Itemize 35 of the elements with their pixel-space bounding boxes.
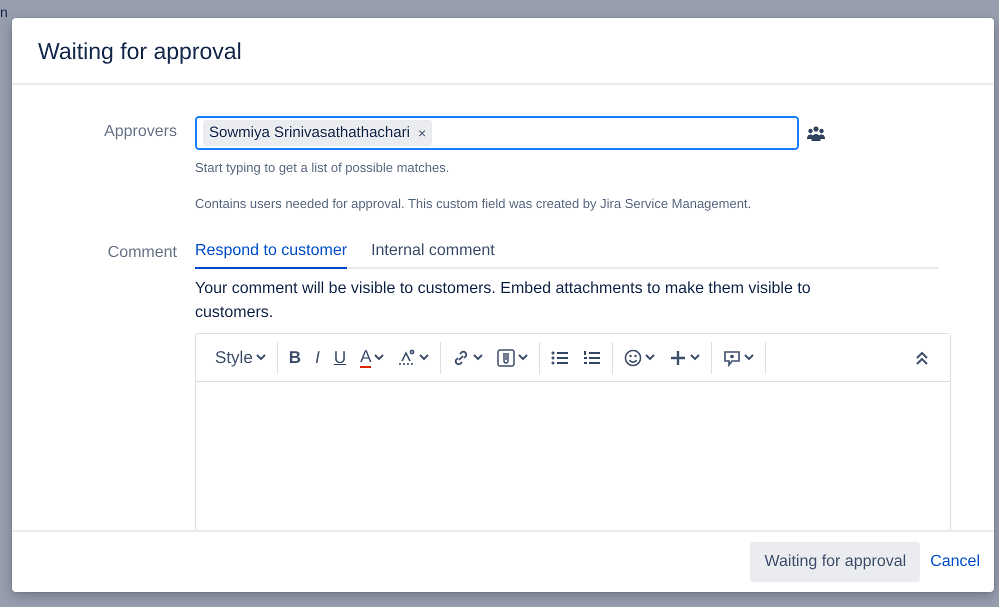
caret-icon xyxy=(518,354,528,361)
background-text: n xyxy=(0,3,8,22)
plus-icon xyxy=(669,348,688,366)
feedback-icon xyxy=(723,348,742,366)
attachment-icon xyxy=(497,348,516,366)
submit-button[interactable]: Waiting for approval xyxy=(750,542,920,582)
style-dropdown[interactable]: Style xyxy=(212,342,269,372)
caret-icon xyxy=(419,354,430,361)
cancel-link[interactable]: Cancel xyxy=(926,542,980,582)
field-label: Comment xyxy=(108,244,177,261)
caret-icon xyxy=(645,354,656,361)
approvers-field[interactable]: Sowmiya Srinivasathathachari × xyxy=(195,116,799,150)
caret-icon xyxy=(690,354,700,361)
user-name: Sowmiya Srinivasathathachari xyxy=(209,122,410,143)
people-icon xyxy=(807,125,825,141)
dialog-title: Waiting for approval xyxy=(38,38,243,66)
bulleted-list-icon xyxy=(551,348,570,366)
caret-icon xyxy=(256,354,266,361)
caret-icon xyxy=(374,354,384,361)
remove-icon[interactable]: × xyxy=(418,122,426,144)
caret-icon xyxy=(473,354,484,361)
notice-text: Your comment will be visible to customers. Embed attachments to make them visible to customers. xyxy=(195,280,811,321)
bold-button[interactable]: B xyxy=(286,342,304,372)
numbered-list-icon xyxy=(583,348,602,366)
comment-tab[interactable]: Respond to customer xyxy=(195,237,348,269)
text-color-button[interactable]: A xyxy=(357,346,388,370)
emoji-icon xyxy=(624,348,642,366)
comment-tab[interactable]: Internal comment xyxy=(371,237,495,269)
format-icon xyxy=(398,348,416,366)
caret-icon xyxy=(744,354,754,361)
underline-button[interactable]: U xyxy=(330,342,350,372)
help-text: Contains users needed for approval. This custom field was created by Jira Service Management. xyxy=(195,196,752,210)
field-label: Approvers xyxy=(104,123,177,140)
italic-button[interactable]: I xyxy=(312,342,323,372)
help-text: Start typing to get a list of possible matches. xyxy=(195,160,450,175)
